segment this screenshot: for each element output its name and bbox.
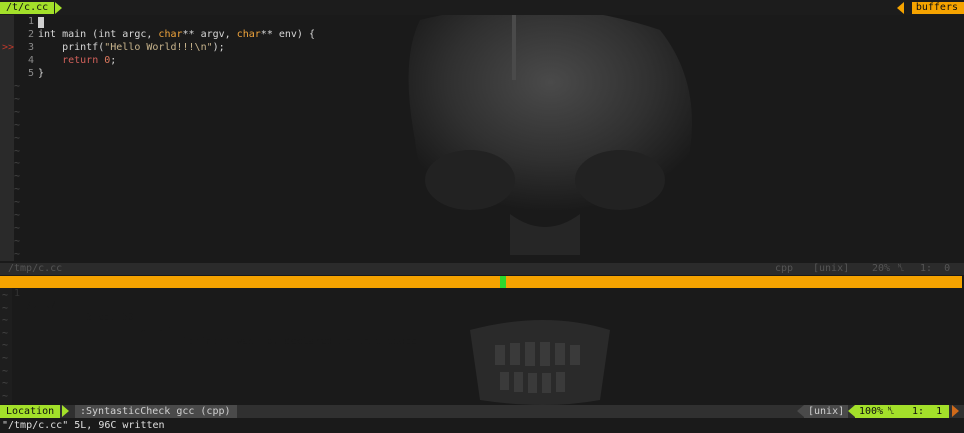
message-line: "/tmp/c.cc" 5L, 96C written — [2, 420, 165, 431]
empty-line-marker: ~ — [2, 378, 9, 390]
skull-wallpaper — [408, 7, 692, 405]
empty-line-marker: ~ — [14, 158, 21, 170]
empty-line-marker: ~ — [14, 248, 21, 260]
empty-line-marker: ~ — [14, 197, 21, 209]
loclist-title: :SyntasticCheck gcc (cpp) — [75, 405, 237, 418]
status-end-icon — [952, 405, 959, 417]
inactive-filetype: cpp — [775, 263, 794, 274]
format-separator-icon — [797, 405, 804, 417]
location-list-entry[interactable]: 1 /tmp/c.cc |3 col 30 error | ‘printf’ w… — [0, 276, 962, 347]
loclist-line-number: 1 — [14, 288, 21, 299]
inactive-statusline: /tmp/c.cc cpp [unix] 20% ␤ 1: 0 — [0, 263, 964, 275]
inactive-position: 1: 0 — [920, 263, 951, 274]
loclist-cursor — [500, 276, 506, 288]
code-line: return 0; — [62, 55, 117, 66]
empty-line-marker: ~ — [14, 132, 21, 144]
line-number-icon: ␤ — [885, 405, 897, 418]
line-number: 1 — [27, 16, 34, 27]
empty-line-marker: ~ — [2, 353, 9, 364]
code-line: } — [38, 68, 45, 79]
empty-line-marker: ~ — [14, 171, 21, 183]
empty-line-marker: ~ — [14, 210, 21, 221]
loclist-location: |3 col 30 — [80, 312, 141, 323]
inactive-filename: /tmp/c.cc — [8, 263, 63, 274]
loclist-file: /tmp/c.cc — [26, 300, 81, 311]
line-number: 4 — [27, 55, 34, 66]
line-number: 3 — [27, 42, 34, 53]
mode-indicator: Location — [0, 405, 61, 418]
empty-line-marker: ~ — [2, 390, 9, 402]
empty-line-marker: ~ — [2, 327, 9, 339]
empty-line-marker: ~ — [2, 340, 9, 352]
tabline — [0, 0, 964, 15]
buffers-label[interactable]: buffers — [911, 2, 964, 14]
percent-separator-icon — [848, 405, 855, 417]
empty-line-marker: ~ — [2, 302, 9, 314]
tab-separator-icon — [55, 2, 62, 14]
loclist-severity: error — [140, 324, 171, 335]
line-number: 5 — [27, 68, 34, 79]
code-line: int main (int argc, char** argv, char** … — [38, 29, 315, 40]
empty-line-marker: ~ — [14, 106, 21, 118]
title-separator-icon — [229, 405, 236, 417]
tab-active-file[interactable]: /t/c.cc — [0, 2, 55, 14]
empty-line-marker: ~ — [14, 93, 21, 105]
scroll-percent: 100% — [855, 405, 888, 418]
line-number: 2 — [27, 29, 34, 40]
inactive-fileformat: [unix] — [813, 263, 850, 274]
empty-line-marker: ~ — [2, 290, 9, 301]
empty-line-marker: ~ — [2, 315, 9, 327]
empty-line-marker: ~ — [14, 81, 21, 92]
empty-line-marker: ~ — [14, 235, 21, 247]
code-line: printf("Hello World!!!\n"); — [38, 42, 225, 53]
mode-separator-icon — [62, 405, 69, 417]
fileformat: [unix] — [804, 405, 849, 418]
cursor-position: 1: 1 — [897, 405, 949, 418]
empty-line-marker: ~ — [2, 365, 9, 377]
empty-line-marker: ~ — [14, 145, 21, 157]
text-cursor — [38, 17, 44, 28]
line-number-icon: ␤ — [897, 263, 905, 274]
error-sign-icon: >> — [2, 42, 15, 53]
loclist-message: | ‘printf’ was not declared in this scop… — [170, 336, 417, 347]
empty-line-marker: ~ — [14, 222, 21, 234]
buffers-separator-icon — [897, 2, 904, 14]
inactive-percent: 20% — [872, 263, 891, 274]
empty-line-marker: ~ — [14, 119, 21, 131]
empty-line-marker: ~ — [14, 184, 21, 196]
